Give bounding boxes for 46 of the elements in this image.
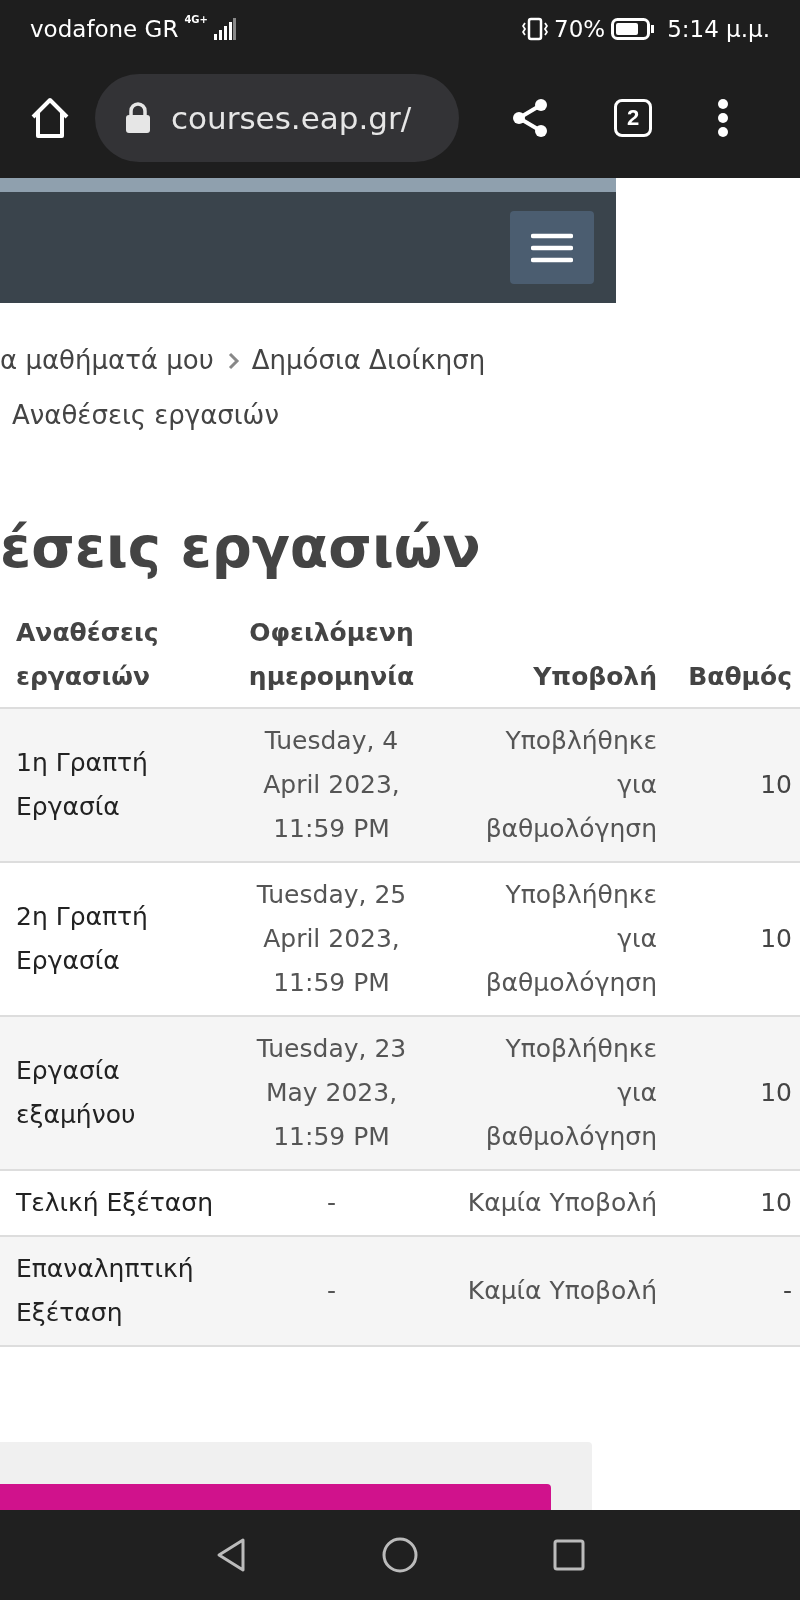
table-cell-text: Υποβλήθηκε για βαθμολόγηση bbox=[484, 879, 657, 999]
home-icon[interactable] bbox=[382, 1537, 418, 1573]
more-menu-icon[interactable] bbox=[717, 98, 729, 138]
breadcrumb-link[interactable]: Δημόσια Διοίκηση bbox=[251, 333, 486, 388]
table-cell-text: 10 bbox=[759, 1077, 792, 1109]
table-cell-text: Επαναληπτική Εξέταση bbox=[16, 1253, 195, 1329]
table-cell-text: Υποβλήθηκε για βαθμολόγηση bbox=[484, 1033, 657, 1153]
vibrate-icon bbox=[522, 17, 548, 41]
clock-time: 5:14 μ.μ. bbox=[667, 16, 770, 42]
battery-icon bbox=[611, 17, 656, 41]
table-cell-text: Υποβλήθηκε για βαθμολόγηση bbox=[484, 725, 657, 845]
table-cell-text: 10 bbox=[759, 1187, 792, 1219]
table-cell-text: Tuesday, 4 April 2023, 11:59 PM bbox=[262, 725, 401, 845]
carrier-name: vodafone GR bbox=[30, 16, 179, 42]
table-cell-text: - bbox=[326, 1275, 337, 1307]
signal-icon bbox=[213, 18, 236, 40]
menu-icon bbox=[531, 232, 573, 263]
recents-icon[interactable] bbox=[553, 1539, 585, 1571]
column-header: Αναθέσεις εργασιών bbox=[16, 617, 160, 693]
share-icon[interactable] bbox=[511, 98, 549, 138]
table-cell-text: Καμία Υποβολή bbox=[466, 1275, 657, 1307]
tab-count-button[interactable]: 2 bbox=[614, 99, 652, 137]
address-bar[interactable]: courses.eap.gr/ bbox=[95, 74, 459, 162]
network-type: 4G+ bbox=[184, 14, 208, 25]
table-cell-text: 2η Γραπτή Εργασία bbox=[16, 901, 149, 977]
menu-button[interactable] bbox=[510, 211, 594, 284]
breadcrumb-link[interactable]: Αναθέσεις εργασιών bbox=[12, 388, 560, 443]
lock-icon bbox=[125, 102, 151, 134]
page-title: έσεις εργασιών bbox=[0, 514, 482, 582]
table-cell-text: 10 bbox=[759, 769, 792, 801]
column-header: Οφειλόμενη ημερομηνία bbox=[247, 617, 416, 693]
table-cell-text: Τελική Εξέταση bbox=[16, 1187, 215, 1219]
back-icon[interactable] bbox=[215, 1537, 247, 1573]
table-cell-text: Tuesday, 23 May 2023, 11:59 PM bbox=[255, 1033, 408, 1153]
table-cell-text: - bbox=[326, 1187, 337, 1219]
breadcrumb-link[interactable]: α μαθήματά μου bbox=[0, 333, 214, 388]
column-header: Βαθμός bbox=[687, 661, 792, 693]
table-cell-text: - bbox=[781, 1275, 792, 1307]
table-cell-text: 10 bbox=[759, 923, 792, 955]
table-cell-text: Tuesday, 25 April 2023, 11:59 PM bbox=[255, 879, 408, 999]
battery-percent: 70% bbox=[554, 16, 606, 42]
chevron-icon bbox=[227, 351, 240, 370]
table-cell-text: Καμία Υποβολή bbox=[466, 1187, 657, 1219]
table-cell-text: Εργασία εξαμήνου bbox=[16, 1055, 137, 1131]
column-header: Υποβολή bbox=[532, 661, 657, 693]
table-cell-text: 1η Γραπτή Εργασία bbox=[16, 747, 149, 823]
